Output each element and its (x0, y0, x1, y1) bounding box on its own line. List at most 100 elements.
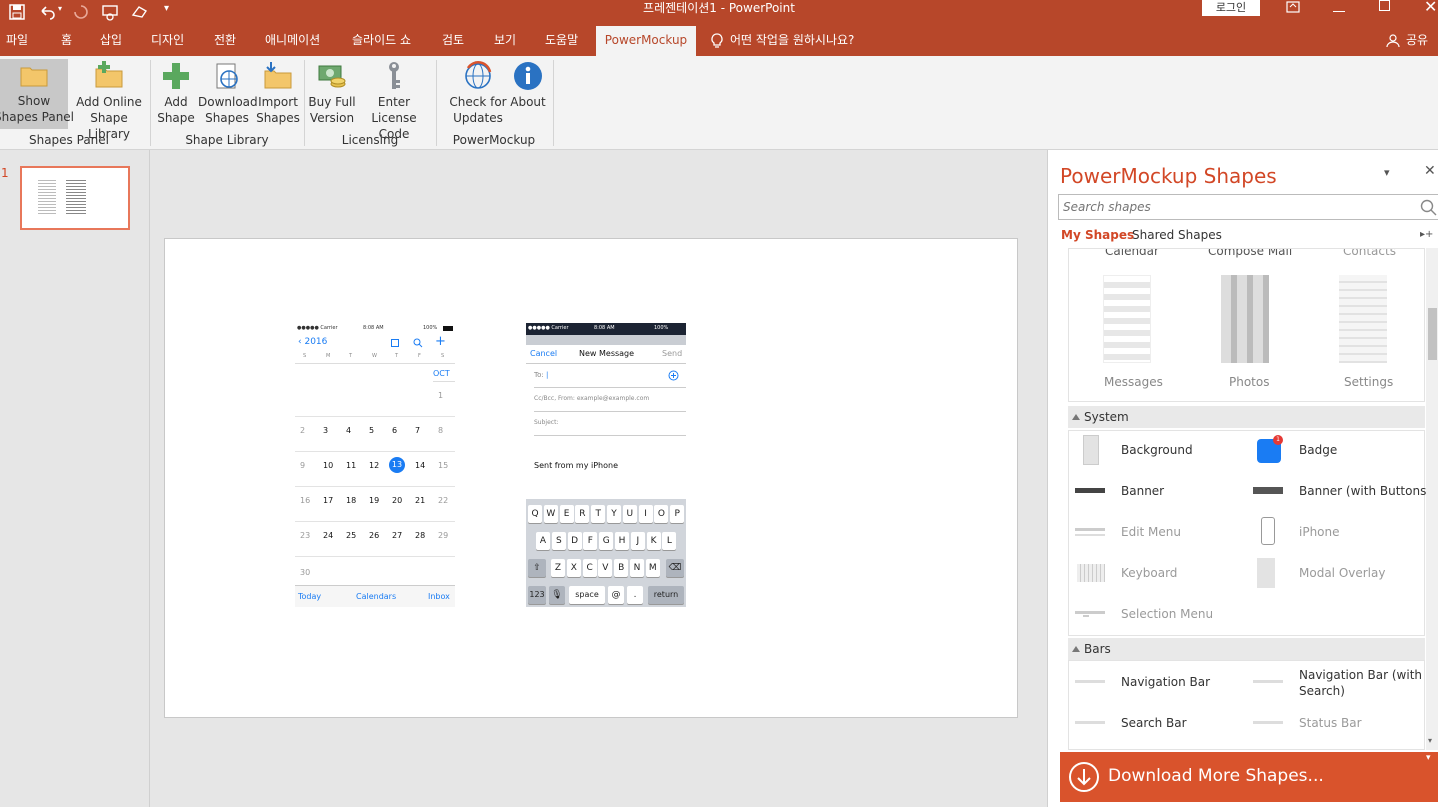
space-key[interactable]: space (569, 586, 605, 604)
slide-canvas[interactable]: ●●●●● Carrier 8:08 AM 100% ‹ 2016 + S M … (164, 238, 1018, 718)
list-icon[interactable] (391, 339, 399, 347)
calendar-day[interactable]: 30 (300, 568, 310, 577)
keyboard-key[interactable]: Y (607, 505, 621, 523)
calendar-day[interactable]: 10 (323, 461, 333, 470)
about-button[interactable]: About (508, 60, 548, 128)
calendar-day[interactable]: 28 (415, 531, 425, 540)
back-year-link[interactable]: ‹ 2016 (298, 337, 327, 347)
calendar-day[interactable]: 24 (323, 531, 333, 540)
keyboard-key[interactable]: C (582, 559, 597, 577)
shape-item-navigation-bar-with-search[interactable]: Navigation Bar (with Search) (1253, 667, 1423, 698)
section-system[interactable]: System (1068, 406, 1425, 428)
keyboard-key[interactable]: J (630, 532, 645, 550)
ribbon-display-icon[interactable] (1285, 0, 1301, 14)
calendar-day[interactable]: 4 (346, 426, 351, 435)
keyboard-key[interactable]: G (599, 532, 614, 550)
minimize-icon[interactable] (1333, 0, 1345, 12)
shape-thumb-messages[interactable] (1103, 275, 1151, 363)
tab-view[interactable]: 보기 (488, 26, 522, 56)
keyboard-key[interactable]: K (646, 532, 661, 550)
cc-field[interactable]: Cc/Bcc, From: example@example.com (534, 395, 649, 402)
calendar-day[interactable]: 29 (438, 531, 448, 540)
keyboard-key[interactable]: U (622, 505, 637, 523)
calendar-day[interactable]: 5 (369, 426, 374, 435)
shape-item-edit-menu[interactable]: Edit Menu (1075, 517, 1245, 547)
shift-key[interactable]: ⇧ (528, 559, 546, 577)
login-button[interactable]: 로그인 (1202, 0, 1260, 16)
dictation-key[interactable]: 🎙 (549, 586, 565, 604)
search-icon[interactable] (413, 338, 423, 348)
delete-key[interactable]: ⌫ (666, 559, 684, 577)
calendar-day[interactable]: 7 (415, 426, 420, 435)
download-shapes-button[interactable]: Download Shapes (198, 60, 258, 128)
period-key[interactable]: . (627, 586, 643, 604)
keyboard-key[interactable]: R (575, 505, 590, 523)
tab-design[interactable]: 디자인 (145, 26, 190, 56)
mail-body[interactable]: Sent from my iPhone (534, 461, 618, 470)
calendar-day[interactable]: 20 (392, 496, 402, 505)
keyboard-key[interactable]: P (670, 505, 685, 523)
tab-powermockup[interactable]: PowerMockup (596, 26, 696, 56)
keyboard-key[interactable]: W (543, 505, 558, 523)
shape-item-selection-menu[interactable]: Selection Menu (1075, 599, 1245, 629)
at-key[interactable]: @ (608, 586, 624, 604)
calendar-day[interactable]: 12 (369, 461, 379, 470)
calendar-day[interactable]: 9 (300, 461, 305, 470)
tab-file[interactable]: 파일 (0, 26, 34, 56)
add-contact-icon[interactable] (668, 370, 679, 381)
import-shapes-button[interactable]: Import Shapes (256, 60, 300, 128)
keyboard-key[interactable]: B (614, 559, 629, 577)
calendar-day[interactable]: 8 (438, 426, 443, 435)
tab-my-shapes[interactable]: My Shapes (1061, 228, 1134, 242)
compose-mail-mockup[interactable]: ●●●●● Carrier 8:08 AM 100% Cancel New Me… (526, 323, 686, 607)
collapse-icon[interactable]: ▾ (1426, 753, 1431, 763)
keyboard-key[interactable]: N (630, 559, 644, 577)
keyboard-key[interactable]: Z (551, 559, 565, 577)
tab-help[interactable]: 도움말 (539, 26, 584, 56)
calendar-day[interactable]: 3 (323, 426, 328, 435)
add-online-library-button[interactable]: Add Online Shape Library (70, 60, 148, 141)
share-button[interactable]: 공유 (1400, 26, 1434, 56)
keyboard-key[interactable]: I (638, 505, 653, 523)
shape-item-background[interactable]: Background (1075, 435, 1245, 465)
keyboard-key[interactable]: M (645, 559, 660, 577)
return-key[interactable]: return (648, 586, 684, 604)
slide-thumbnail[interactable] (20, 166, 130, 230)
calendar-day[interactable]: 14 (415, 461, 425, 470)
calendar-mockup[interactable]: ●●●●● Carrier 8:08 AM 100% ‹ 2016 + S M … (295, 323, 455, 607)
shape-item-modal-overlay[interactable]: Modal Overlay (1253, 558, 1423, 588)
panel-close-icon[interactable]: ✕ (1424, 163, 1436, 179)
section-bars[interactable]: Bars (1068, 638, 1425, 660)
keyboard-key[interactable]: F (583, 532, 598, 550)
shape-item-search-bar[interactable]: Search Bar (1075, 708, 1245, 738)
calendar-day[interactable]: 23 (300, 531, 310, 540)
shape-item-status-bar[interactable]: Status Bar (1253, 708, 1423, 738)
calendar-day[interactable]: 1 (438, 391, 443, 400)
scrollbar-thumb[interactable] (1428, 308, 1437, 360)
calendar-day[interactable]: 15 (438, 461, 448, 470)
shape-item-banner-with-buttons[interactable]: Banner (with Buttons) (1253, 476, 1431, 506)
keyboard-key[interactable]: Q (528, 505, 542, 523)
shape-item-badge[interactable]: 1 Badge (1253, 435, 1423, 465)
calendar-day[interactable]: 27 (392, 531, 402, 540)
calendar-day[interactable]: 22 (438, 496, 448, 505)
shape-thumb-photos[interactable] (1221, 275, 1269, 363)
cancel-button[interactable]: Cancel (530, 349, 557, 358)
tab-insert[interactable]: 삽입 (94, 26, 128, 56)
calendar-day[interactable]: 21 (415, 496, 425, 505)
shape-thumb-settings[interactable] (1339, 275, 1387, 363)
close-window-icon[interactable]: ✕ (1424, 0, 1437, 16)
today-button[interactable]: Today (298, 592, 321, 601)
keyboard-key[interactable]: E (559, 505, 574, 523)
keyboard-key[interactable]: O (654, 505, 669, 523)
keyboard-key[interactable]: X (566, 559, 581, 577)
maximize-icon[interactable] (1379, 0, 1390, 11)
show-shapes-panel-button[interactable]: Show Shapes Panel (0, 59, 74, 129)
numbers-key[interactable]: 123 (528, 586, 546, 604)
shape-item-navigation-bar[interactable]: Navigation Bar (1075, 667, 1245, 697)
shape-item-iphone[interactable]: iPhone (1253, 517, 1423, 547)
tell-me-search[interactable]: 어떤 작업을 원하시나요? (724, 26, 860, 56)
keyboard-key[interactable]: V (598, 559, 613, 577)
keyboard-key[interactable]: L (662, 532, 677, 550)
scroll-down-icon[interactable]: ▾ (1428, 736, 1432, 745)
